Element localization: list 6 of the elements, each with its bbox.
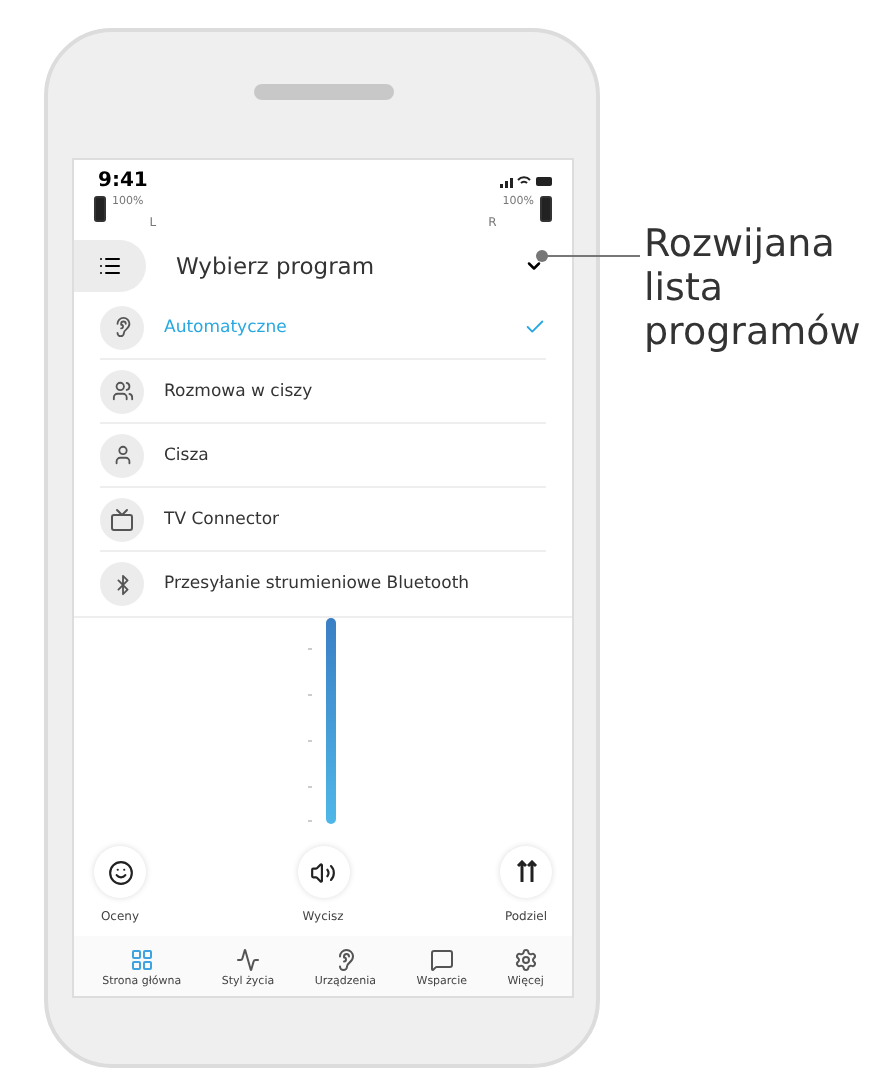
program-item[interactable]: Cisza [100, 424, 546, 488]
program-item[interactable]: Rozmowa w ciszy [100, 360, 546, 424]
status-time: 9:41 [98, 169, 148, 191]
callout-text: Rozwijana lista programów [644, 222, 863, 354]
program-item[interactable]: TV Connector [100, 488, 546, 552]
program-item[interactable]: Przesyłanie strumieniowe Bluetooth [100, 552, 546, 616]
